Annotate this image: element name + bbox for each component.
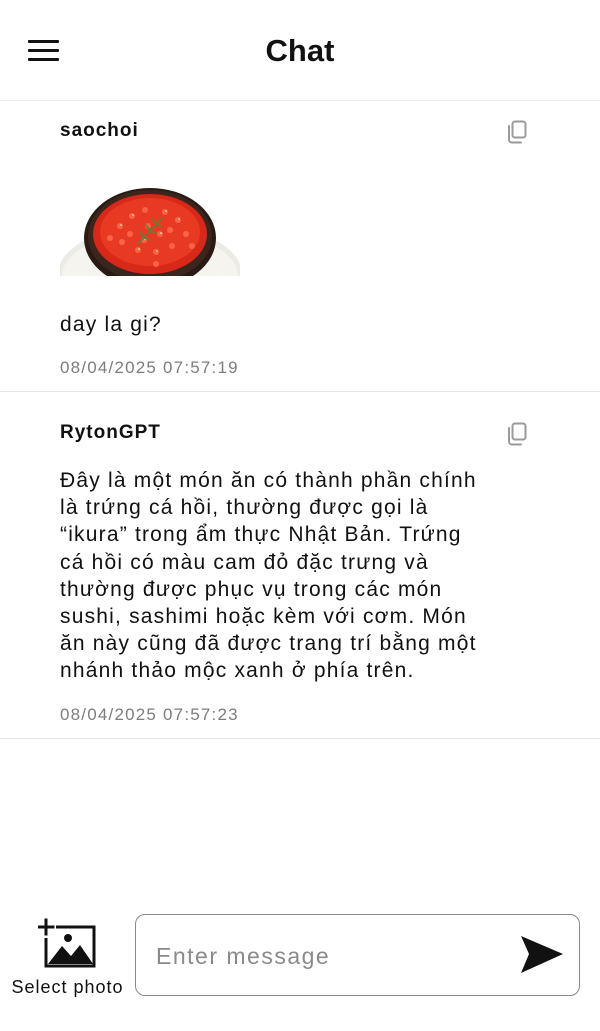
message-text-line: “ikura” trong ẩm thực Nhật Bản. Trứng — [60, 523, 462, 547]
chat-message: RytonGPT Đây là một món ăn có thành phần… — [0, 406, 600, 739]
message-text: day la gi? — [60, 313, 162, 336]
chat-message: saochoi day la gi? 08/04/2025 07:57:19 — [0, 104, 600, 392]
message-sender: saochoi — [60, 120, 139, 141]
message-text: Đây là một món ăn có thành phần chính là… — [60, 467, 540, 685]
chat-screen: Chat saochoi day la gi? 08/04/2025 07:57… — [0, 0, 600, 1031]
send-icon[interactable] — [517, 933, 565, 977]
message-timestamp: 08/04/2025 07:57:23 — [60, 705, 239, 724]
message-composer: Select photo — [0, 900, 600, 1031]
message-text-line: là trứng cá hồi, thường được gọi là — [60, 496, 429, 520]
message-timestamp: 08/04/2025 07:57:19 — [60, 358, 239, 377]
message-input-container — [135, 914, 580, 996]
message-text-line: nhánh thảo mộc xanh ở phía trên. — [60, 659, 415, 683]
message-text-line: ăn này cũng đã được trang trí bằng một — [60, 632, 477, 656]
message-text-line: thường được phục vụ trong các món — [60, 577, 443, 601]
copy-icon[interactable] — [506, 422, 528, 446]
salmon-roe-bowl-image[interactable] — [60, 186, 240, 276]
copy-icon[interactable] — [506, 120, 528, 144]
select-photo-button[interactable]: Select photo — [0, 914, 135, 1004]
message-text-line: sushi, sashimi hoặc kèm với cơm. Món — [60, 605, 467, 629]
message-sender: RytonGPT — [60, 422, 161, 443]
add-photo-icon — [37, 918, 96, 968]
message-text-line: cá hồi có màu cam đỏ đặc trưng và — [60, 550, 429, 574]
app-header: Chat — [0, 0, 600, 101]
message-input[interactable] — [154, 935, 498, 977]
page-title: Chat — [265, 33, 335, 68]
message-text-line: Đây là một món ăn có thành phần chính — [60, 469, 477, 492]
select-photo-label: Select photo — [11, 977, 124, 997]
